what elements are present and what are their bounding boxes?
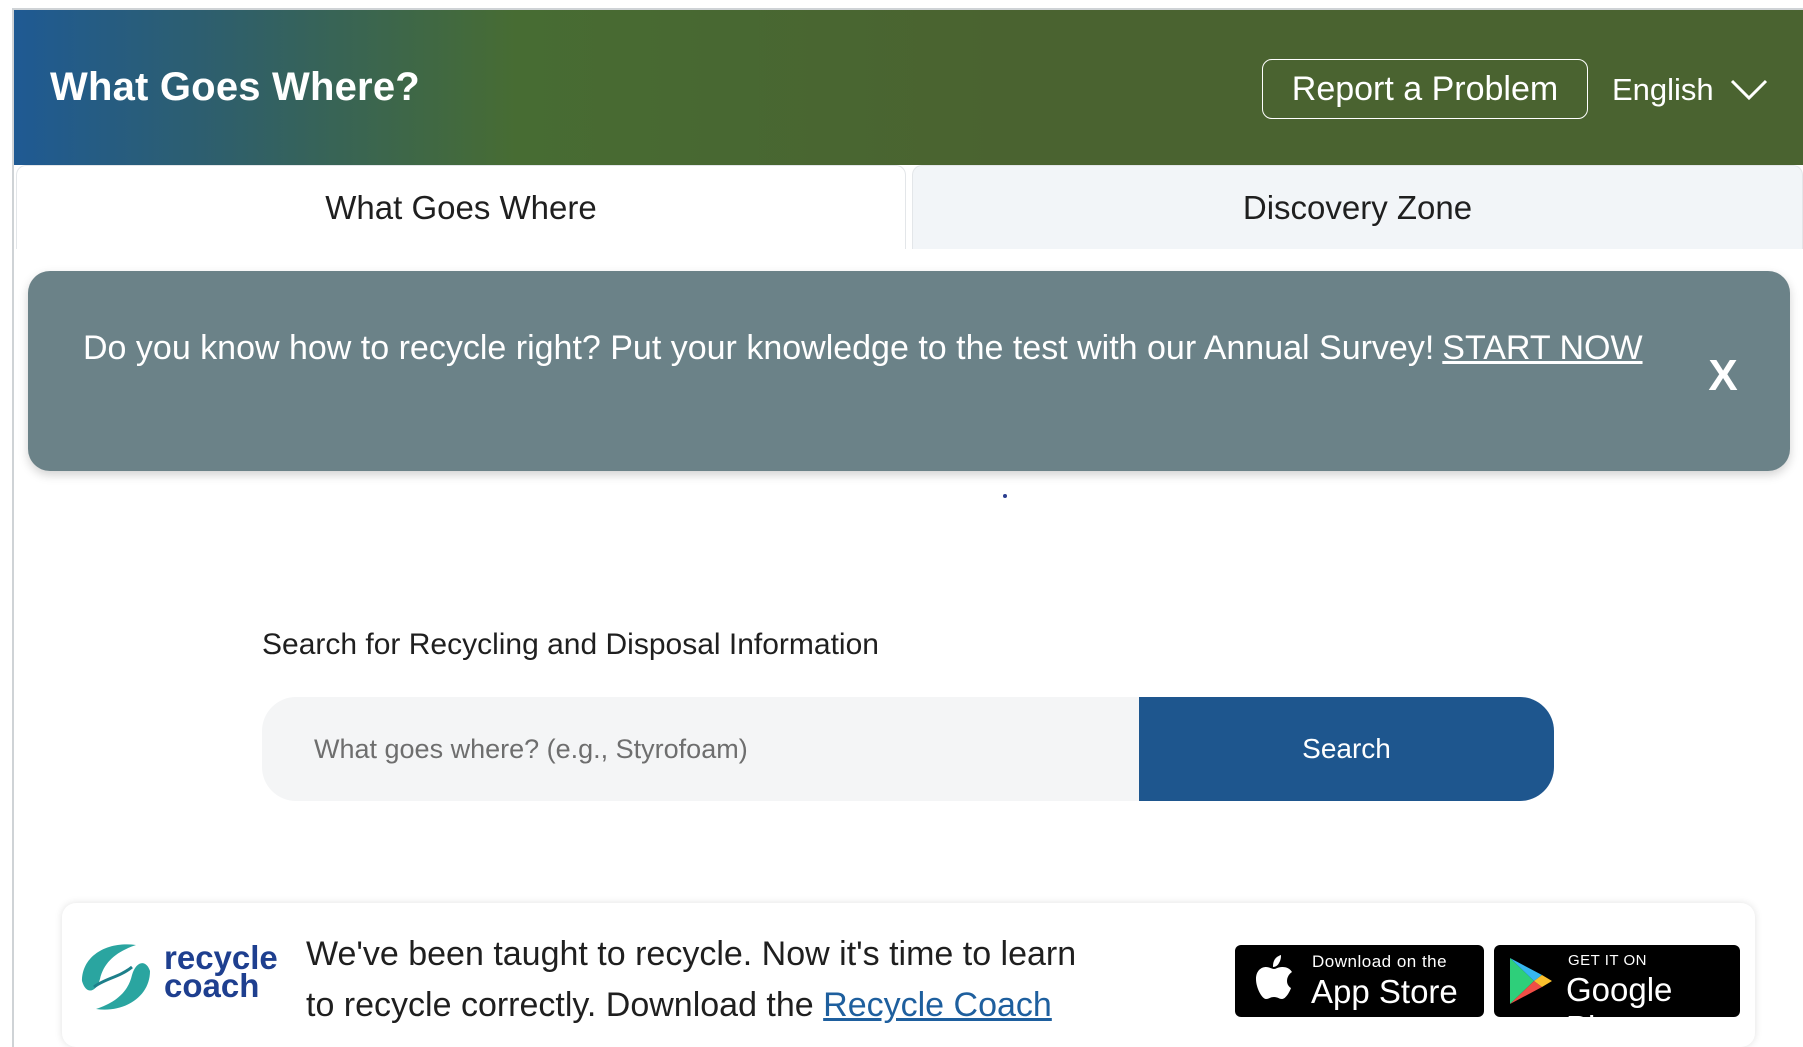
language-selector[interactable]: English [1612,66,1768,114]
page-title: What Goes Where? [50,65,420,109]
banner-message: Do you know how to recycle right? Put yo… [83,327,1703,369]
app-store-button[interactable]: Download on the App Store [1235,945,1484,1017]
search-input[interactable] [262,697,1139,801]
banner-text: Do you know how to recycle right? Put yo… [83,329,1435,367]
loading-indicator [1003,494,1007,498]
tab-bar: What Goes Where Discovery Zone [14,165,1803,249]
recycle-coach-link[interactable]: Recycle Coach [823,986,1052,1024]
promo-message: We've been taught to recycle. Now it's t… [306,929,1106,1047]
close-banner-button[interactable]: X [1698,351,1748,401]
language-label: English [1612,72,1714,107]
recycle-coach-promo: recycle coach We've been taught to recyc… [62,903,1755,1047]
google-play-icon [1510,958,1552,1004]
chevron-down-icon [1730,79,1767,101]
tab-what-goes-where[interactable]: What Goes Where [16,165,906,249]
promo-text-end: app. [306,1037,372,1047]
search-button[interactable]: Search [1139,697,1554,801]
search-heading: Search for Recycling and Disposal Inform… [262,628,879,661]
recycle-coach-leaf-icon [82,944,150,1010]
header-bar: What Goes Where? Report a Problem Englis… [14,10,1803,165]
recycle-coach-logo[interactable]: recycle coach [74,933,314,1021]
app-store-text: App Store [1311,973,1458,1010]
google-play-small-text: GET IT ON [1568,952,1647,969]
report-problem-button[interactable]: Report a Problem [1262,59,1588,119]
tab-discovery-zone[interactable]: Discovery Zone [912,165,1803,249]
google-play-text: Google Play [1566,971,1673,1046]
apple-icon [1256,955,1292,999]
logo-text-coach: coach [164,967,260,1004]
app-store-small-text: Download on the [1312,952,1448,971]
survey-banner: Do you know how to recycle right? Put yo… [28,271,1790,471]
search-bar: Search [262,697,1554,801]
start-now-link[interactable]: START NOW [1442,329,1642,367]
google-play-button[interactable]: GET IT ON Google Play [1494,945,1740,1046]
